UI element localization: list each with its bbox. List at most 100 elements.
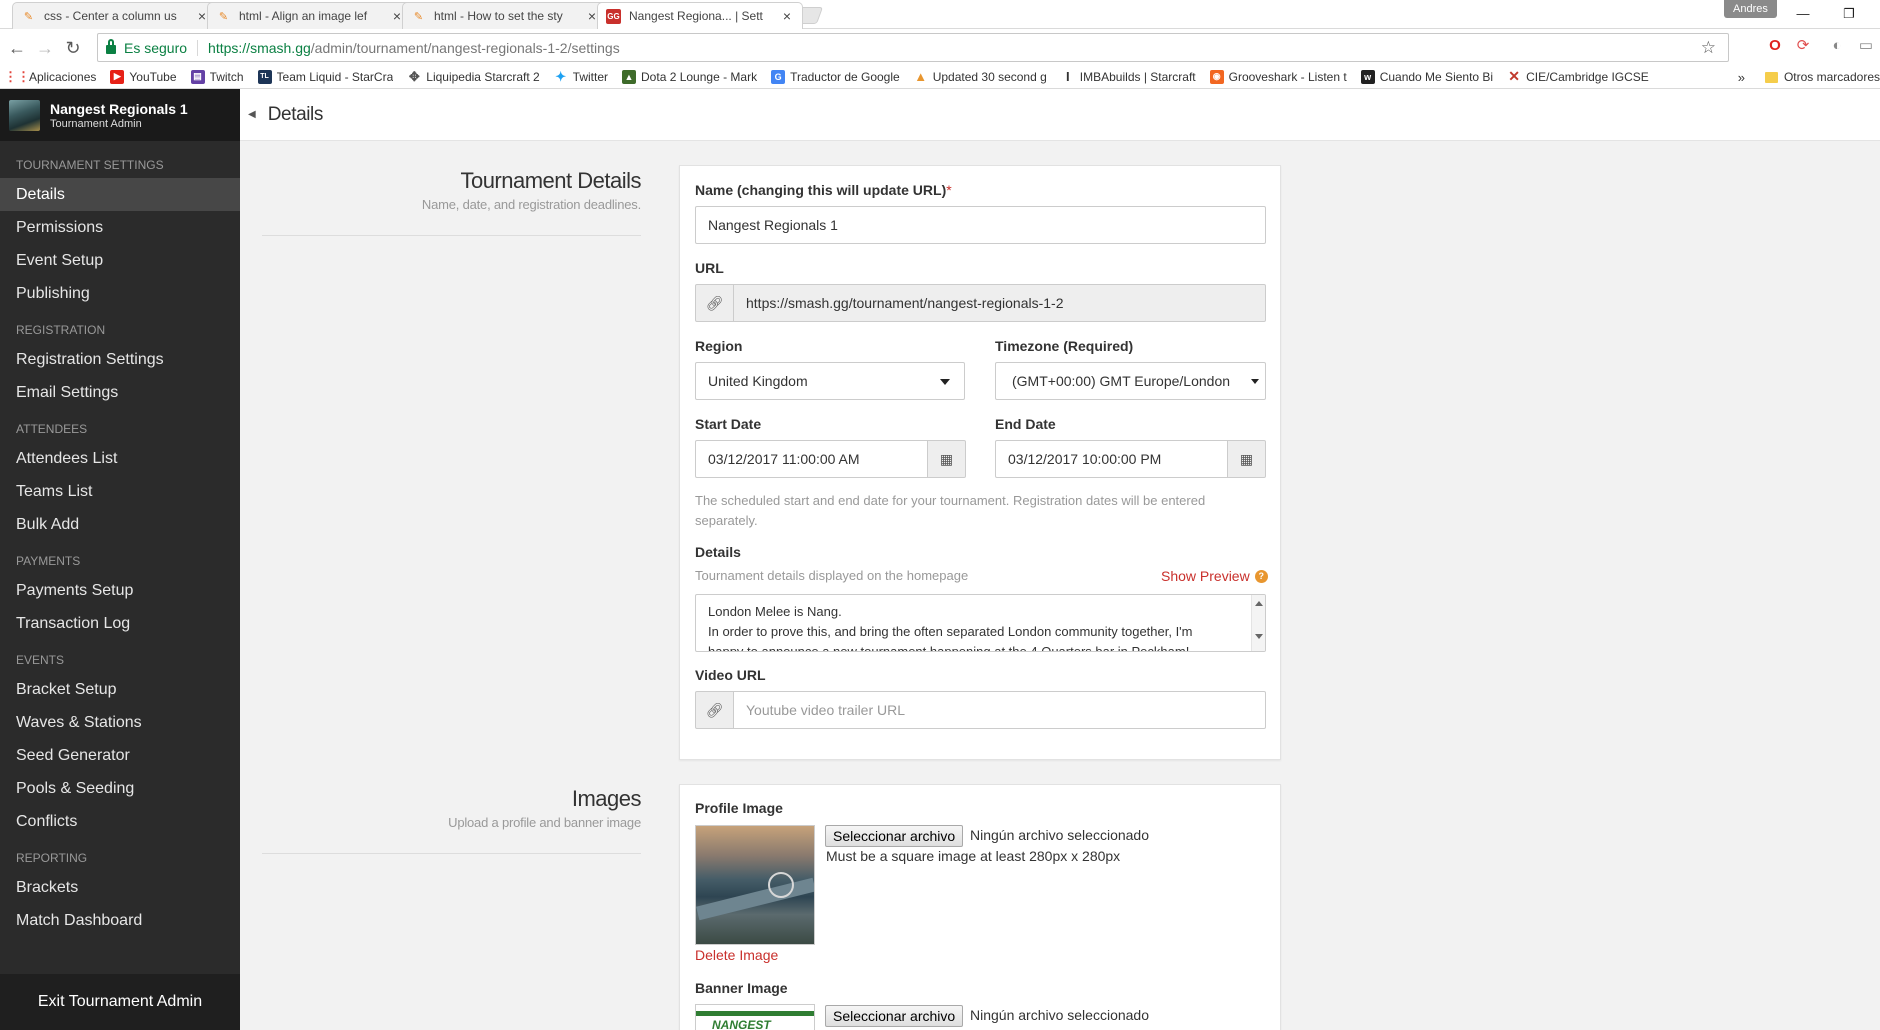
calendar-icon[interactable]: ▦ xyxy=(927,440,966,478)
details-textarea[interactable]: London Melee is Nang. In order to prove … xyxy=(695,594,1266,652)
bookmark-youtube[interactable]: ▶ YouTube xyxy=(110,69,177,84)
collapse-caret-icon[interactable]: ◀ xyxy=(248,109,256,120)
sidebar-header[interactable]: Nangest Regionals 1 Tournament Admin xyxy=(0,89,240,141)
name-input[interactable]: Nangest Regionals 1 xyxy=(695,206,1266,244)
sidebar-item-email-settings[interactable]: Email Settings xyxy=(0,376,240,409)
extension-icon[interactable]: ▭ xyxy=(1857,36,1875,56)
url-path: /admin/tournament/nangest-regionals-1-2/… xyxy=(310,39,620,56)
bookmark-translate[interactable]: G Traductor de Google xyxy=(771,69,900,84)
banner-image-preview: NANGEST xyxy=(695,1004,815,1030)
end-date-input[interactable]: 03/12/2017 10:00:00 PM xyxy=(995,440,1228,478)
banner-file-button[interactable]: Seleccionar archivo xyxy=(825,1005,964,1027)
help-question-icon[interactable]: ? xyxy=(1254,569,1268,583)
scroll-up-icon[interactable] xyxy=(1255,601,1263,606)
url-input: https://smash.gg/tournament/nangest-regi… xyxy=(733,284,1266,322)
chevron-down-icon xyxy=(940,379,950,385)
bookmark-grooveshark[interactable]: ◉ Grooveshark - Listen t xyxy=(1209,69,1347,84)
sidebar-section-heading: Tournament Settings xyxy=(16,158,164,172)
banner-stripe-shape xyxy=(696,1011,814,1016)
stackoverflow-icon: ✎ xyxy=(23,10,34,23)
banner-file-status: Ningún archivo seleccionado xyxy=(970,1007,1149,1023)
bookmark-twitch[interactable]: ▤ Twitch xyxy=(190,69,244,84)
tournament-name: Nangest Regionals 1 xyxy=(50,100,188,117)
sidebar-item-attendees-list[interactable]: Attendees List xyxy=(0,442,240,475)
opera-extension-icon[interactable]: O xyxy=(1766,36,1784,56)
textarea-scrollbar[interactable] xyxy=(1251,595,1265,651)
browser-tab[interactable]: ✎ html - How to set the sty × xyxy=(402,2,608,29)
sidebar-item-payments-setup[interactable]: Payments Setup xyxy=(0,574,240,607)
sidebar-item-publishing[interactable]: Publishing xyxy=(0,277,240,310)
browser-tab[interactable]: ✎ css - Center a column us × xyxy=(12,2,218,29)
bookmark-label: CIE/Cambridge IGCSE xyxy=(1526,69,1649,84)
sidebar-item-bracket-setup[interactable]: Bracket Setup xyxy=(0,673,240,706)
address-bar[interactable]: Es seguro https://smash.gg/admin/tournam… xyxy=(97,33,1729,62)
secure-label: Es seguro xyxy=(124,39,199,56)
bookmark-dota2lounge[interactable]: ▲ Dota 2 Lounge - Mark xyxy=(622,69,758,84)
sidebar-item-registration-settings[interactable]: Registration Settings xyxy=(0,343,240,376)
bookmark-label: Updated 30 second g xyxy=(932,69,1047,84)
bookmarks-more-icon[interactable]: » xyxy=(1738,70,1745,85)
details-line: happy to announce a new tournament happe… xyxy=(708,644,1190,652)
bookmark-teamliquid[interactable]: TL Team Liquid - StarCra xyxy=(257,69,393,84)
name-label: Name (changing this will update URL)* xyxy=(695,182,952,198)
delete-image-link[interactable]: Delete Image xyxy=(695,947,778,963)
profile-name-chip[interactable]: Andres xyxy=(1724,0,1777,18)
sidebar-item-bulk-add[interactable]: Bulk Add xyxy=(0,508,240,541)
name-label-text: Name (changing this will update URL) xyxy=(695,182,947,198)
sidebar-item-seed-generator[interactable]: Seed Generator xyxy=(0,739,240,772)
bookmark-star-icon[interactable]: ☆ xyxy=(1701,38,1716,58)
bookmark-apps[interactable]: ⋮⋮ Aplicaciones xyxy=(4,69,96,84)
sidebar-item-match-dashboard[interactable]: Match Dashboard xyxy=(0,904,240,937)
sidebar-item-details[interactable]: Details xyxy=(0,178,240,211)
images-card: Profile Image Seleccionar archivo Ningún… xyxy=(679,784,1281,1030)
bookmark-page[interactable]: w Cuando Me Siento Bi xyxy=(1360,69,1493,84)
banner-image-label: Banner Image xyxy=(695,980,788,996)
tournament-details-card: Name (changing this will update URL)* Na… xyxy=(679,165,1281,760)
exit-tournament-admin-button[interactable]: Exit Tournament Admin xyxy=(0,974,240,1030)
extension-icon[interactable]: ◐ xyxy=(1828,36,1846,56)
forward-arrow-icon[interactable]: → xyxy=(34,37,56,59)
extension-icon[interactable]: ⟳ xyxy=(1794,36,1812,56)
video-url-input[interactable]: Youtube video trailer URL xyxy=(733,691,1266,729)
sidebar-item-conflicts[interactable]: Conflicts xyxy=(0,805,240,838)
restore-window-icon[interactable]: ❐ xyxy=(1834,4,1864,24)
browser-tab-active[interactable]: GG Nangest Regiona... | Sett × xyxy=(597,2,803,29)
bookmark-twitter[interactable]: ✦ Twitter xyxy=(554,69,608,84)
timezone-value: (GMT+00:00) GMT Europe/London xyxy=(1012,373,1231,389)
bookmark-label: Dota 2 Lounge - Mark xyxy=(641,69,758,84)
bookmark-updated[interactable]: ▲ Updated 30 second g xyxy=(914,69,1047,84)
minimize-icon[interactable]: — xyxy=(1788,4,1818,24)
timezone-select[interactable]: (GMT+00:00) GMT Europe/London xyxy=(995,362,1266,400)
image-wheel-shape xyxy=(768,872,794,898)
bookmark-cie[interactable]: ✕ CIE/Cambridge IGCSE xyxy=(1507,68,1649,84)
region-select[interactable]: United Kingdom xyxy=(695,362,965,400)
calendar-icon[interactable]: ▦ xyxy=(1227,440,1266,478)
browser-toolbar: ← → ↻ Es seguro https://smash.gg/admin/t… xyxy=(0,29,1880,65)
sidebar-section-heading: Attendees xyxy=(16,422,88,436)
sidebar-item-brackets[interactable]: Brackets xyxy=(0,871,240,904)
sidebar-item-teams-list[interactable]: Teams List xyxy=(0,475,240,508)
close-tab-icon[interactable]: × xyxy=(780,8,794,24)
bookmark-label: IMBAbuilds | Starcraft xyxy=(1079,69,1196,84)
scroll-down-icon[interactable] xyxy=(1255,634,1263,639)
bookmark-liquipedia[interactable]: ✥ Liquipedia Starcraft 2 xyxy=(407,69,540,84)
browser-tab[interactable]: ✎ html - Align an image lef × xyxy=(207,2,413,29)
profile-file-button[interactable]: Seleccionar archivo xyxy=(825,825,964,847)
region-value: United Kingdom xyxy=(708,373,808,389)
sidebar-item-waves-stations[interactable]: Waves & Stations xyxy=(0,706,240,739)
sidebar-item-transaction-log[interactable]: Transaction Log xyxy=(0,607,240,640)
bookmark-imbabuilds[interactable]: I IMBAbuilds | Starcraft xyxy=(1061,69,1196,84)
sidebar-item-event-setup[interactable]: Event Setup xyxy=(0,244,240,277)
lock-icon xyxy=(106,39,116,54)
bookmarks-overflow: » Otros marcadores xyxy=(1731,65,1880,88)
back-arrow-icon[interactable]: ← xyxy=(6,37,28,59)
url-text: https://smash.gg/admin/tournament/nanges… xyxy=(208,40,620,56)
sidebar-item-permissions[interactable]: Permissions xyxy=(0,211,240,244)
show-preview-link[interactable]: Show Preview ? xyxy=(1161,568,1268,584)
tab-title: html - Align an image lef xyxy=(239,9,368,23)
stackoverflow-icon: ✎ xyxy=(218,10,229,23)
other-bookmarks[interactable]: Otros marcadores xyxy=(1784,70,1880,84)
sidebar-item-pools-seeding[interactable]: Pools & Seeding xyxy=(0,772,240,805)
reload-icon[interactable]: ↻ xyxy=(62,37,84,59)
start-date-input[interactable]: 03/12/2017 11:00:00 AM xyxy=(695,440,928,478)
